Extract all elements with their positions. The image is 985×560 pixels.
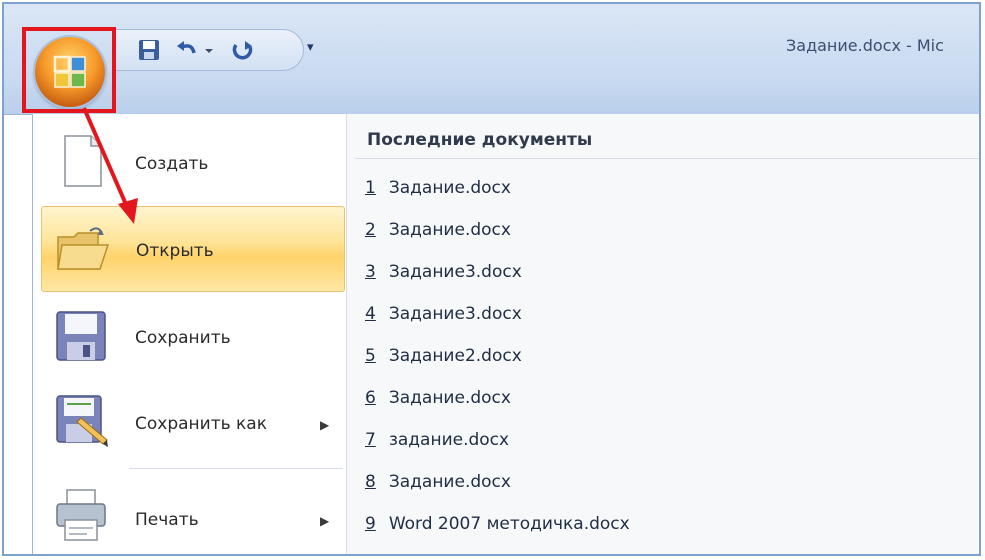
window-title: Задание.docx - Mic	[786, 36, 944, 55]
menu-item-open[interactable]: Открыть	[41, 206, 345, 292]
save-as-icon	[56, 395, 108, 447]
menu-item-print[interactable]: Печать ▶	[41, 476, 345, 554]
recent-document-number: 2	[365, 220, 376, 240]
recent-document-number: 3	[365, 262, 376, 282]
redo-icon[interactable]	[230, 37, 256, 63]
recent-document-number: 1	[365, 178, 376, 198]
recent-document-name: Задание.docx	[388, 178, 511, 198]
menu-item-label: Открыть	[136, 241, 214, 261]
recent-document-number: 5	[365, 346, 376, 366]
menu-item-label: Сохранить как	[135, 414, 267, 434]
recent-document-item[interactable]: 4 Задание3.docx	[365, 304, 522, 324]
recent-document-name: Задание.docx	[388, 388, 511, 408]
menu-commands: Создать Открыть Сохранить Сохранить как …	[37, 114, 347, 554]
office-menu: Создать Открыть Сохранить Сохранить как …	[32, 114, 979, 554]
recent-document-number: 6	[365, 388, 376, 408]
submenu-arrow-icon: ▶	[320, 418, 330, 432]
menu-item-new[interactable]: Создать	[41, 120, 345, 206]
recent-document-name: Word 2007 методичка.docx	[388, 514, 630, 534]
menu-item-label: Печать	[135, 510, 199, 530]
save-icon[interactable]	[136, 37, 162, 63]
recent-document-number: 9	[365, 514, 376, 534]
quick-access-toolbar	[116, 29, 304, 71]
recent-document-item[interactable]: 3 Задание3.docx	[365, 262, 522, 282]
new-document-icon	[64, 135, 102, 187]
undo-dropdown-icon[interactable]	[202, 37, 216, 63]
recent-document-name: Задание3.docx	[388, 304, 522, 324]
recent-separator	[355, 158, 979, 159]
word-window: Задание.docx - Mic ▾ Создать Открыть Сох…	[2, 2, 981, 556]
undo-icon[interactable]	[174, 37, 200, 63]
ribbon-strip	[4, 86, 979, 115]
recent-document-item[interactable]: 2 Задание.docx	[365, 220, 511, 240]
recent-document-item[interactable]: 6 Задание.docx	[365, 388, 511, 408]
recent-document-item[interactable]: 5 Задание2.docx	[365, 346, 522, 366]
recent-document-name: Задание.docx	[388, 220, 511, 240]
recent-documents-title: Последние документы	[367, 130, 593, 150]
recent-document-name: задание.docx	[388, 430, 510, 450]
recent-document-item[interactable]: 9 Word 2007 методичка.docx	[365, 514, 630, 534]
recent-document-item[interactable]: 1 Задание.docx	[365, 178, 511, 198]
recent-document-name: Задание2.docx	[388, 346, 522, 366]
menu-separator	[129, 468, 343, 469]
recent-document-number: 4	[365, 304, 376, 324]
menu-item-label: Сохранить	[135, 328, 231, 348]
menu-item-save[interactable]: Сохранить	[41, 294, 345, 380]
office-button-highlight	[22, 27, 116, 113]
open-folder-icon	[57, 227, 110, 270]
save-floppy-icon	[56, 311, 106, 361]
recent-document-number: 8	[365, 472, 376, 492]
recent-document-name: Задание3.docx	[388, 262, 522, 282]
menu-item-label: Создать	[135, 154, 209, 174]
recent-document-number: 7	[365, 430, 376, 450]
printer-icon	[56, 489, 106, 541]
menu-item-save-as[interactable]: Сохранить как ▶	[41, 380, 345, 466]
customize-qat-button[interactable]: ▾	[307, 40, 314, 55]
submenu-arrow-icon: ▶	[320, 514, 330, 528]
recent-documents-pane: Последние документы 1 Задание.docx 2 Задани…	[346, 114, 979, 554]
recent-document-name: Задание.docx	[388, 472, 511, 492]
recent-document-item[interactable]: 8 Задание.docx	[365, 472, 511, 492]
recent-document-item[interactable]: 7 задание.docx	[365, 430, 509, 450]
